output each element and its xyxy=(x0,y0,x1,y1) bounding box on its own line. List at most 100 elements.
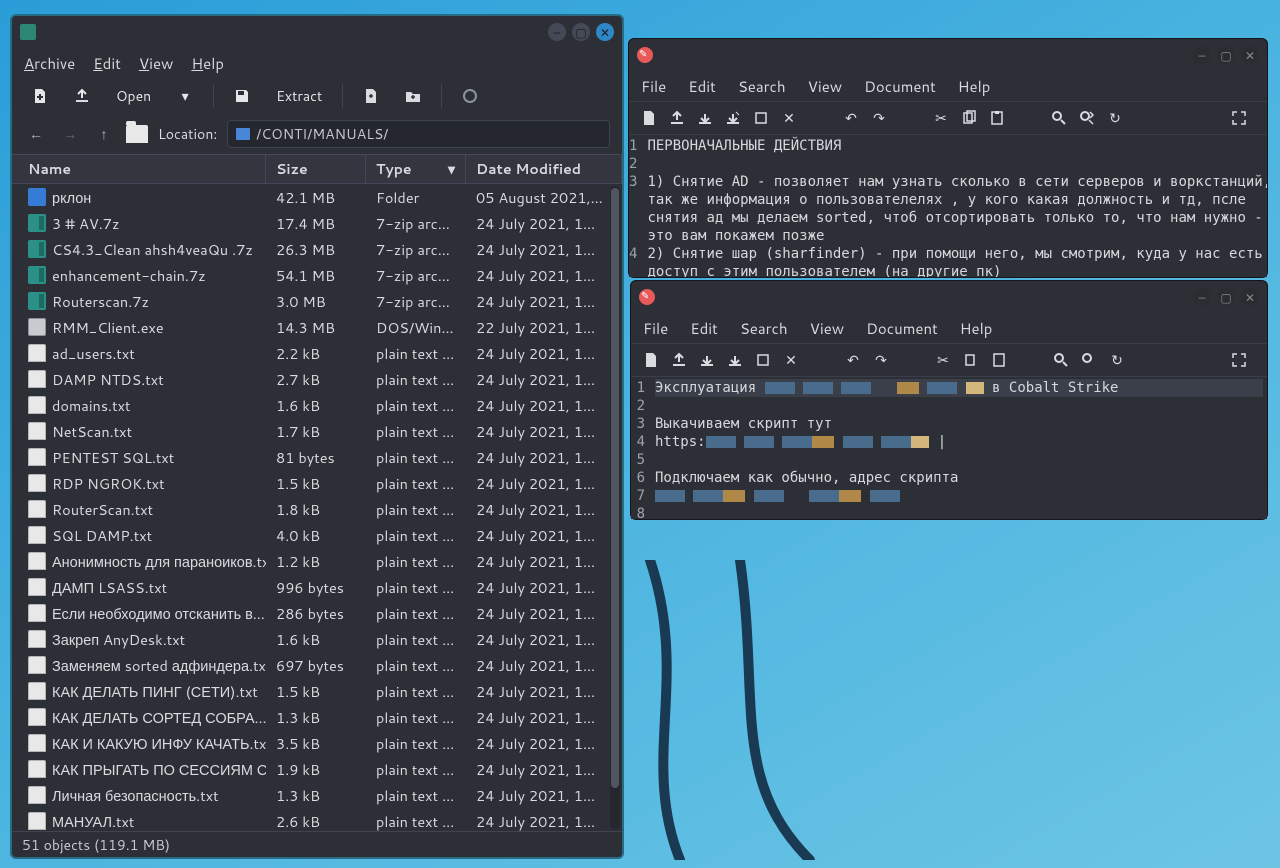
replace-icon[interactable] xyxy=(1079,110,1095,126)
table-row[interactable]: КАК И КАКУЮ ИНФУ КАЧАТЬ.txt3.5 kBplain t… xyxy=(12,730,622,756)
table-row[interactable]: Закреп AnyDesk.txt1.6 kBplain text d…24 … xyxy=(12,626,622,652)
goto-icon[interactable]: ↻ xyxy=(1107,110,1123,126)
table-row[interactable]: DAMP NTDS.txt2.7 kBplain text d…24 July … xyxy=(12,366,622,392)
col-type[interactable]: Type ▾ xyxy=(366,155,466,183)
table-row[interactable]: Анонимность для параноиков.txt1.2 kBplai… xyxy=(12,548,622,574)
table-row[interactable]: enhancement-chain.7z54.1 MB7-zip archive… xyxy=(12,262,622,288)
col-size[interactable]: Size xyxy=(266,155,366,183)
paste-icon[interactable] xyxy=(991,352,1007,368)
code-area[interactable]: ПЕРВОНАЧАЛЬНЫЕ ДЕЙСТВИЯ1) Снятие AD - по… xyxy=(641,135,1267,277)
menu-edit[interactable]: Edit xyxy=(690,318,718,339)
table-row[interactable]: PENTEST SQL.txt81 bytesplain text d…24 J… xyxy=(12,444,622,470)
table-row[interactable]: RouterScan.txt1.8 kBplain text d…24 July… xyxy=(12,496,622,522)
undo-icon[interactable]: ↶ xyxy=(845,352,861,368)
menu-help[interactable]: Help xyxy=(958,76,991,97)
revert-icon[interactable] xyxy=(753,110,769,126)
forward-button[interactable]: → xyxy=(58,122,82,146)
open-icon[interactable] xyxy=(669,110,685,126)
search-icon[interactable] xyxy=(1051,110,1067,126)
editor-body[interactable]: 12345678 Эксплуатация в Cobalt StrikeВык… xyxy=(631,377,1267,519)
save-as-icon[interactable] xyxy=(727,352,743,368)
menu-search[interactable]: Search xyxy=(738,76,786,97)
editor-body[interactable]: 1234 ПЕРВОНАЧАЛЬНЫЕ ДЕЙСТВИЯ1) Снятие AD… xyxy=(629,135,1267,277)
extract-button[interactable]: Extract xyxy=(268,82,330,110)
table-row[interactable]: Заменяем sorted адфиндера.txt697 bytespl… xyxy=(12,652,622,678)
table-row[interactable]: RMM_Client.exe14.3 MBDOS/Windo…22 July 2… xyxy=(12,314,622,340)
table-row[interactable]: domains.txt1.6 kBplain text d…24 July 20… xyxy=(12,392,622,418)
fullscreen-icon[interactable] xyxy=(1231,110,1247,126)
open-icon[interactable] xyxy=(671,352,687,368)
save-icon[interactable] xyxy=(697,110,713,126)
maximize-button[interactable]: ▢ xyxy=(1217,46,1235,64)
open-button[interactable]: Open xyxy=(108,82,159,110)
titlebar[interactable]: – ▢ ✕ xyxy=(12,16,622,48)
minimize-button[interactable]: – xyxy=(1193,288,1211,306)
save-icon[interactable] xyxy=(699,352,715,368)
menu-edit[interactable]: Edit xyxy=(93,53,121,74)
paste-icon[interactable] xyxy=(989,110,1005,126)
minimize-button[interactable]: – xyxy=(548,23,566,41)
menu-archive[interactable]: Archive xyxy=(24,53,75,74)
add-button[interactable] xyxy=(66,82,98,110)
close-tab-icon[interactable]: ✕ xyxy=(783,352,799,368)
minimize-button[interactable]: – xyxy=(1193,46,1211,64)
titlebar[interactable]: – ▢ ✕ xyxy=(629,39,1267,71)
cut-icon[interactable]: ✂ xyxy=(935,352,951,368)
titlebar[interactable]: – ▢ ✕ xyxy=(631,281,1267,313)
vertical-scrollbar[interactable] xyxy=(610,186,620,829)
table-row[interactable]: ДАМП LSASS.txt996 bytesplain text d…24 J… xyxy=(12,574,622,600)
new-file-button[interactable] xyxy=(355,82,387,110)
close-button[interactable]: ✕ xyxy=(596,23,614,41)
search-icon[interactable] xyxy=(1053,352,1069,368)
menu-edit[interactable]: Edit xyxy=(688,76,716,97)
new-file-icon[interactable] xyxy=(643,352,659,368)
table-row[interactable]: Routerscan.7z3.0 MB7-zip archive24 July … xyxy=(12,288,622,314)
back-button[interactable]: ← xyxy=(24,122,48,146)
replace-icon[interactable] xyxy=(1081,352,1097,368)
menu-view[interactable]: View xyxy=(810,318,845,339)
menu-help[interactable]: Help xyxy=(960,318,993,339)
revert-icon[interactable] xyxy=(755,352,771,368)
menu-view[interactable]: View xyxy=(139,53,174,74)
goto-icon[interactable]: ↻ xyxy=(1109,352,1125,368)
table-row[interactable]: CS4.3_Clean ahsh4veaQu .7z26.3 MB7-zip a… xyxy=(12,236,622,262)
col-date[interactable]: Date Modified xyxy=(466,155,622,183)
redo-icon[interactable]: ↷ xyxy=(871,110,887,126)
code-area[interactable]: Эксплуатация в Cobalt StrikeВыкачиваем с… xyxy=(649,377,1267,519)
table-row[interactable]: 3 # AV.7z17.4 MB7-zip archive24 July 202… xyxy=(12,210,622,236)
table-row[interactable]: RDP NGROK.txt1.5 kBplain text d…24 July … xyxy=(12,470,622,496)
menu-view[interactable]: View xyxy=(808,76,843,97)
menu-search[interactable]: Search xyxy=(740,318,788,339)
table-row[interactable]: МАНУАЛ.txt2.6 kBplain text d…24 July 202… xyxy=(12,808,622,831)
table-row[interactable]: КАК ДЕЛАТЬ ПИНГ (СЕТИ).txt1.5 kBplain te… xyxy=(12,678,622,704)
open-dropdown[interactable]: ▾ xyxy=(169,82,201,110)
menu-help[interactable]: Help xyxy=(191,53,224,74)
table-row[interactable]: рклон42.1 MBFolder05 August 2021, 13:53 xyxy=(12,184,622,210)
table-row[interactable]: Личная безопасность.txt1.3 kBplain text … xyxy=(12,782,622,808)
col-name[interactable]: Name xyxy=(18,155,266,183)
undo-icon[interactable]: ↶ xyxy=(843,110,859,126)
up-button[interactable]: ↑ xyxy=(92,122,116,146)
table-row[interactable]: NetScan.txt1.7 kBplain text d…24 July 20… xyxy=(12,418,622,444)
menu-document[interactable]: Document xyxy=(866,318,938,339)
copy-icon[interactable] xyxy=(963,352,979,368)
table-row[interactable]: ad_users.txt2.2 kBplain text d…24 July 2… xyxy=(12,340,622,366)
close-tab-icon[interactable]: ✕ xyxy=(781,110,797,126)
maximize-button[interactable]: ▢ xyxy=(572,23,590,41)
close-button[interactable]: ✕ xyxy=(1241,288,1259,306)
stop-button[interactable] xyxy=(454,82,486,110)
maximize-button[interactable]: ▢ xyxy=(1217,288,1235,306)
menu-file[interactable]: File xyxy=(641,76,666,97)
save-as-icon[interactable] xyxy=(725,110,741,126)
cut-icon[interactable]: ✂ xyxy=(933,110,949,126)
new-file-icon[interactable] xyxy=(641,110,657,126)
fullscreen-icon[interactable] xyxy=(1231,352,1247,368)
home-icon[interactable] xyxy=(126,125,148,143)
save-button[interactable] xyxy=(226,82,258,110)
table-row[interactable]: КАК ПРЫГАТЬ ПО СЕССИЯМ С…1.9 kBplain tex… xyxy=(12,756,622,782)
table-row[interactable]: КАК ДЕЛАТЬ СОРТЕД СОБРА…1.3 kBplain text… xyxy=(12,704,622,730)
new-button[interactable] xyxy=(24,82,56,110)
redo-icon[interactable]: ↷ xyxy=(873,352,889,368)
close-button[interactable]: ✕ xyxy=(1241,46,1259,64)
menu-document[interactable]: Document xyxy=(864,76,936,97)
